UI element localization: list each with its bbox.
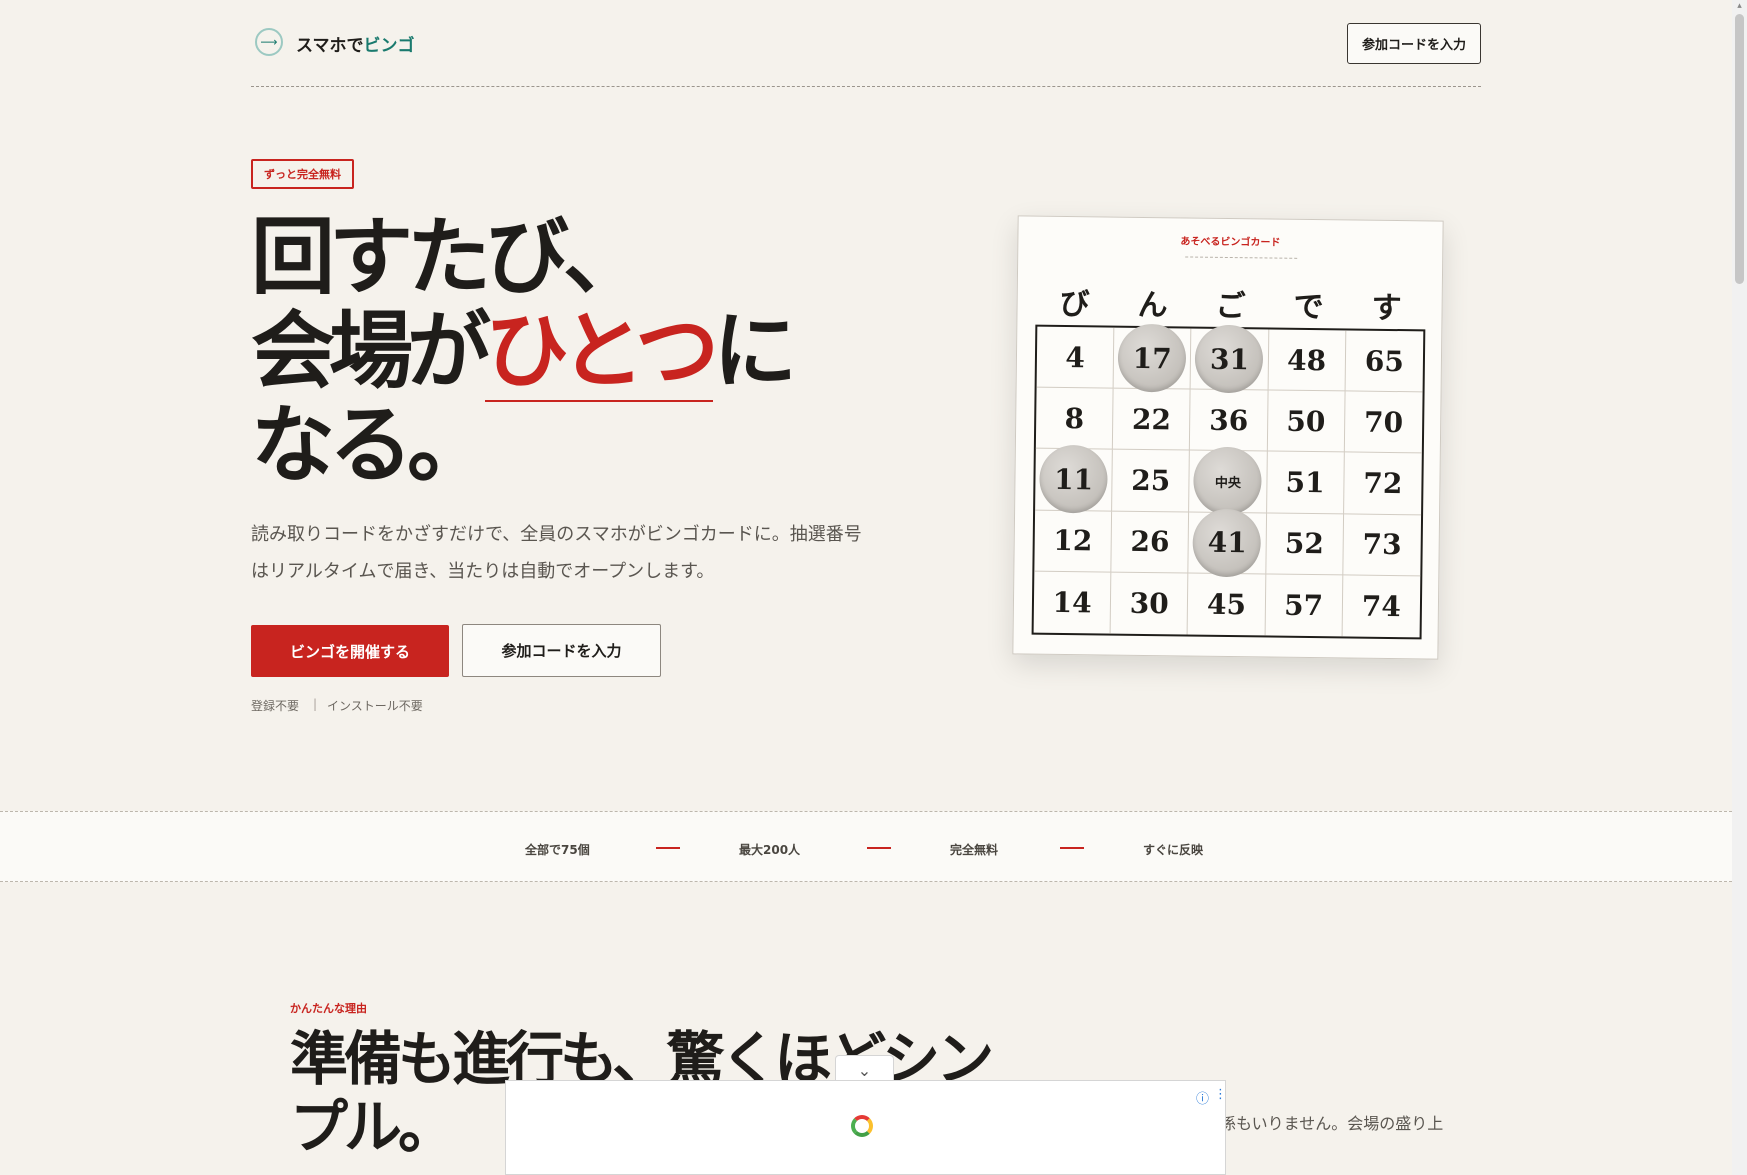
bingo-cell-number: 36 [1209, 403, 1249, 438]
card-header-su: す [1371, 290, 1402, 327]
no-install-note: インストール不要 [327, 699, 423, 713]
bingo-cell[interactable]: 48 [1268, 329, 1347, 392]
note-separator: | [313, 697, 318, 711]
bingo-cell-number: 72 [1363, 466, 1403, 501]
bingo-cell-free-center[interactable]: 中央 [1189, 450, 1268, 514]
bingo-cell[interactable]: 74 [1342, 575, 1420, 637]
logo-icon[interactable]: ⟶ [255, 28, 283, 56]
page-scrollbar[interactable]: ▴ [1732, 0, 1747, 1175]
scrollbar-thumb[interactable] [1735, 14, 1744, 284]
bingo-cell-number: 14 [1052, 585, 1092, 620]
bingo-cell[interactable]: 52 [1265, 513, 1344, 576]
no-registration-note: 登録不要 [251, 699, 300, 713]
bingo-cell[interactable]: 70 [1344, 391, 1423, 454]
hero-title-line2-suffix: に [713, 302, 797, 400]
bingo-cell-number: 8 [1064, 401, 1085, 436]
bingo-cell[interactable]: 41 [1188, 512, 1267, 575]
bingo-cell[interactable]: 26 [1111, 511, 1190, 574]
section-label: かんたんな理由 [290, 1002, 367, 1015]
bingo-cell-number: 22 [1131, 402, 1172, 437]
header-join-code-button[interactable]: 参加コードを入力 [1347, 23, 1481, 64]
hero-title-accent: ひとつ [485, 302, 719, 402]
stat-instant: すぐに反映 [1143, 843, 1204, 857]
bingo-cell-number: 52 [1284, 526, 1325, 561]
bingo-cell-number: 31 [1209, 342, 1250, 376]
bingo-cell-number: 65 [1364, 344, 1405, 378]
card-header-go: ご [1215, 288, 1246, 325]
bingo-cell-number: 25 [1131, 463, 1171, 498]
bingo-cell[interactable]: 22 [1113, 388, 1191, 451]
free-badge: ずっと完全無料 [251, 159, 354, 189]
bingo-cell-number: 41 [1207, 525, 1247, 560]
bingo-cell-number: 57 [1283, 588, 1324, 623]
bingo-cell[interactable]: 31 [1190, 328, 1269, 391]
hero-description: 読み取りコードをかざすだけで、全員のスマホがビンゴカードに。抽選番号はリアルタイ… [251, 524, 862, 582]
bingo-cell-number: 70 [1363, 405, 1404, 439]
bingo-card[interactable]: あそべるビンゴカード び ん ご で す 4 17 31 48 65 8 22 36 50 70 1… [1012, 215, 1444, 660]
bingo-card-title: あそべるビンゴカード [1180, 236, 1281, 249]
bingo-cell-number: 30 [1129, 586, 1169, 621]
bingo-cell-number: 74 [1361, 589, 1402, 624]
card-header-bi: び [1059, 286, 1090, 323]
stat-divider [1060, 847, 1084, 849]
hero-title-line2-prefix: 会場が [251, 302, 491, 400]
ad-info-icon[interactable]: ⓘ [1196, 1088, 1209, 1107]
bingo-cell-number: 73 [1362, 527, 1402, 562]
bingo-cell[interactable]: 12 [1034, 510, 1113, 573]
bingo-cell[interactable]: 8 [1035, 387, 1114, 450]
scroll-up-arrow-icon[interactable]: ▴ [1735, 1, 1744, 11]
bingo-cell-number: 48 [1286, 343, 1327, 377]
hero-title-line2: 会場がひとつに [251, 302, 871, 402]
stat-divider [867, 847, 891, 849]
bingo-cell[interactable]: 36 [1190, 389, 1269, 452]
hero-title-line1: 回すたび、 [251, 208, 647, 306]
header-divider [251, 86, 1481, 87]
bingo-cell[interactable]: 51 [1266, 451, 1345, 515]
logo-text: スマホで [296, 36, 364, 56]
bingo-cell[interactable]: 25 [1112, 449, 1191, 513]
bingo-cell[interactable]: 50 [1267, 390, 1346, 453]
bingo-cell-number: 17 [1132, 341, 1172, 375]
card-title-divider [1185, 256, 1298, 259]
stats-band: 全部で75個 最大200人 完全無料 すぐに反映 [0, 811, 1732, 882]
section-description: 係もいりません。会場の盛り上 [1220, 1114, 1444, 1133]
bingo-cell[interactable]: 72 [1343, 452, 1422, 515]
bingo-cell-number: 26 [1130, 525, 1170, 559]
bingo-cell-number: 4 [1065, 340, 1085, 374]
enter-join-code-button[interactable]: 参加コードを入力 [462, 624, 661, 677]
bingo-cell[interactable]: 17 [1113, 327, 1192, 390]
bingo-cell[interactable]: 30 [1110, 572, 1189, 635]
bingo-grid: 4 17 31 48 65 8 22 36 50 70 11 25 中央 51 72 12 26 41 52 73 14… [1031, 324, 1426, 640]
bingo-cell-number: 45 [1206, 587, 1247, 622]
bingo-cell[interactable]: 4 [1036, 326, 1115, 389]
bingo-cell[interactable]: 65 [1345, 330, 1424, 393]
host-bingo-button[interactable]: ビンゴを開催する [251, 625, 449, 677]
bingo-cell[interactable]: 57 [1265, 574, 1344, 637]
bingo-cell-number: 12 [1053, 524, 1093, 558]
stat-max-players: 最大200人 [739, 843, 801, 857]
logo-accent-text: ビンゴ [363, 36, 415, 56]
ad-banner[interactable]: ⓘ ⋮ [505, 1080, 1227, 1175]
bingo-cell-number: 51 [1285, 465, 1325, 500]
bingo-cell-number: 11 [1053, 462, 1094, 497]
hero-title: 回すたび、 会場がひとつに なる。 [251, 210, 871, 492]
bingo-cell[interactable]: 14 [1033, 571, 1112, 634]
stat-divider [656, 847, 680, 849]
bingo-cell-number: 中央 [1214, 475, 1242, 492]
ad-more-icon[interactable]: ⋮ [1214, 1087, 1227, 1102]
stat-total-numbers: 全部で75個 [525, 843, 590, 857]
card-header-de: で [1293, 289, 1324, 326]
bingo-cell-number: 50 [1286, 404, 1326, 438]
hero-title-line3: なる。 [251, 396, 491, 494]
bingo-cell[interactable]: 45 [1187, 573, 1266, 636]
site-logo[interactable]: スマホでビンゴ [296, 31, 415, 56]
bingo-cell[interactable]: 73 [1343, 514, 1422, 577]
bingo-cell[interactable]: 11 [1035, 449, 1114, 512]
card-header-n: ん [1137, 287, 1168, 324]
loading-spinner-icon [851, 1115, 873, 1137]
stat-free: 完全無料 [950, 843, 999, 857]
